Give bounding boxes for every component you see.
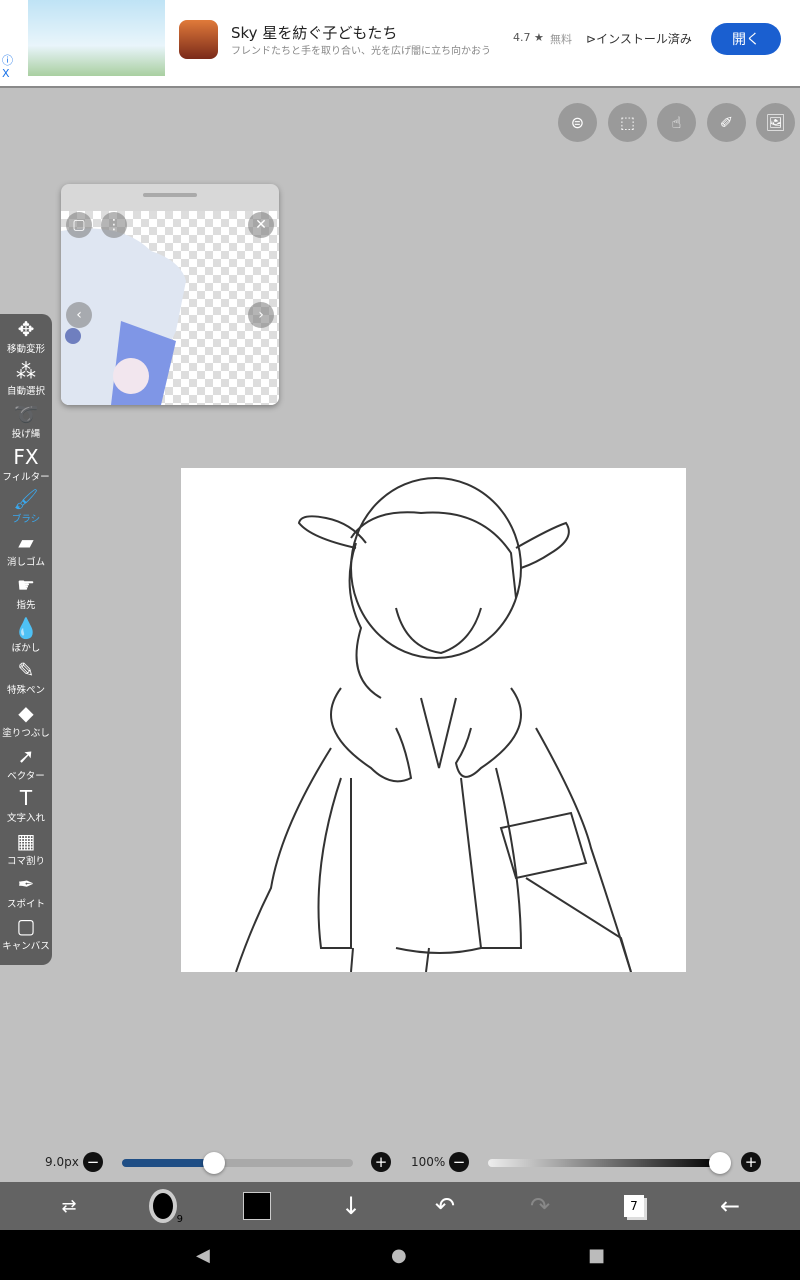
tool-icon: ➚ [17,743,35,768]
nav-back-icon[interactable]: ◀ [196,1245,210,1266]
tool-label: フィルター [2,471,50,483]
image-icon[interactable]: 🖼 [756,103,795,142]
fit-icon[interactable]: ▢ [66,212,92,238]
ad-installed: ⊳インストール済み [586,32,692,46]
tool-label: 消しゴム [6,557,45,569]
prev-icon[interactable]: ‹ [66,302,92,328]
layers-button[interactable]: 7 [609,1182,659,1230]
redo-icon[interactable]: ↷ [515,1182,565,1230]
tool-icon: ▢ [16,914,36,939]
tool-4[interactable]: 🖌 ブラシ [0,485,52,528]
app-icon [179,20,218,59]
tool-icon: ☛ [17,572,35,597]
tool-label: ぼかし [11,642,41,654]
color-button[interactable] [232,1182,282,1230]
size-slider-knob[interactable] [203,1152,226,1174]
tool-7[interactable]: 💧 ぼかし [0,613,52,656]
close-icon[interactable]: ✕ [248,212,274,238]
tool-label: 文字入れ [6,813,45,825]
ad-info-icon[interactable]: ⓘ X [2,54,13,80]
tool-2[interactable]: ➰ 投げ縄 [0,399,52,442]
tool-6[interactable]: ☛ 指先 [0,570,52,613]
tool-1[interactable]: ⁂ 自動選択 [0,357,52,400]
tool-label: スポイト [6,898,45,910]
opacity-plus-button[interactable]: + [741,1152,761,1172]
ad-price: 無料 [550,33,572,46]
ad-banner[interactable]: ⓘ X Sky 星を紡ぐ子どもたち フレンドたちと手を取り合い、光を広げ闇に立ち向… [0,0,800,88]
undo-icon[interactable]: ↶ [420,1182,470,1230]
hand-icon[interactable]: ☝ [657,103,696,142]
tool-label: 移動変形 [6,343,45,355]
brush-size-badge: 9 [176,1214,183,1225]
brush-preview-button[interactable]: 9 [138,1182,188,1230]
tool-label: 指先 [16,599,36,611]
back-icon[interactable]: ← [705,1182,755,1230]
tool-icon: ✎ [17,658,35,683]
toggle-icon[interactable]: ⊜ [558,103,597,142]
opacity-slider-knob[interactable] [709,1152,731,1174]
more-icon[interactable]: ⋮ [101,212,127,238]
tool-label: ブラシ [11,514,41,526]
slider-row: 9.0px − + 100% − + [0,1152,800,1174]
opacity-minus-button[interactable]: − [449,1152,469,1172]
opacity-label: 100% [411,1155,446,1169]
size-plus-button[interactable]: + [371,1152,391,1172]
tool-10[interactable]: ➚ ベクター [0,741,52,784]
tool-label: 自動選択 [6,386,45,398]
tool-label: ベクター [7,770,45,782]
tool-label: キャンバス [2,941,50,953]
bottom-toolbar: ⇄ 9 ↓ ↶ ↷ 7 ← [0,1182,800,1230]
size-slider[interactable] [122,1159,353,1167]
layer-count: 7 [624,1195,644,1217]
download-icon[interactable]: ↓ [326,1182,376,1230]
next-icon[interactable]: › [248,302,274,328]
tool-label: コマ割り [6,855,45,867]
tool-0[interactable]: ✥ 移動変形 [0,314,52,357]
brush-size-label: 9.0px [45,1155,79,1169]
tool-label: 特殊ペン [6,685,45,697]
tool-8[interactable]: ✎ 特殊ペン [0,656,52,699]
tool-palette: ✥ 移動変形 ⁂ 自動選択 ➰ 投げ縄 FX フィルター 🖌 ブラシ ▰ 消しゴム ☛ 指先 💧 ぼかし ✎ 特殊… [0,314,52,965]
drawing-canvas[interactable] [181,468,686,972]
tool-icon: ✒ [17,871,35,896]
tool-icon: T [19,786,33,811]
tool-13[interactable]: ✒ スポイト [0,869,52,912]
tool-icon: ✥ [17,316,35,341]
size-minus-button[interactable]: − [83,1152,103,1172]
swap-tool-icon[interactable]: ⇄ [44,1182,94,1230]
ruler-icon[interactable]: ✐ [707,103,746,142]
selection-icon[interactable]: ⬚ [608,103,647,142]
ad-title: Sky 星を紡ぐ子どもたち [231,24,398,42]
tool-icon: ▦ [16,828,36,853]
opacity-slider[interactable] [488,1159,720,1167]
reference-window[interactable]: ▢ ⋮ ✕ ‹ › [61,184,279,405]
tool-label: 塗りつぶし [2,727,50,739]
tool-icon: ➰ [13,402,39,427]
tool-icon: ◆ [18,700,34,725]
tool-label: 投げ縄 [11,429,41,441]
tool-11[interactable]: T 文字入れ [0,784,52,827]
tool-icon: 💧 [13,615,39,640]
reference-image: ▢ ⋮ ✕ ‹ › [61,211,279,405]
tool-14[interactable]: ▢ キャンバス [0,912,52,955]
nav-recents-icon[interactable]: ■ [588,1245,605,1266]
drag-handle[interactable] [143,193,197,197]
tool-icon: 🖌 [13,487,39,512]
ad-image[interactable] [28,0,165,76]
tool-5[interactable]: ▰ 消しゴム [0,527,52,570]
tool-3[interactable]: FX フィルター [0,442,52,485]
ad-close-icon[interactable]: X [2,67,13,80]
ad-subtitle: フレンドたちと手を取り合い、光を広げ闇に立ち向かおう [231,46,491,57]
tool-icon: ▰ [18,530,34,555]
tool-12[interactable]: ▦ コマ割り [0,826,52,869]
ad-open-button[interactable]: 開く [711,23,781,55]
tool-icon: FX [13,444,39,469]
system-nav-bar: ◀ ● ■ [0,1230,800,1280]
ad-rating: 4.7 ★ [513,31,544,44]
tool-9[interactable]: ◆ 塗りつぶし [0,698,52,741]
tool-icon: ⁂ [16,359,36,384]
nav-home-icon[interactable]: ● [391,1245,407,1266]
